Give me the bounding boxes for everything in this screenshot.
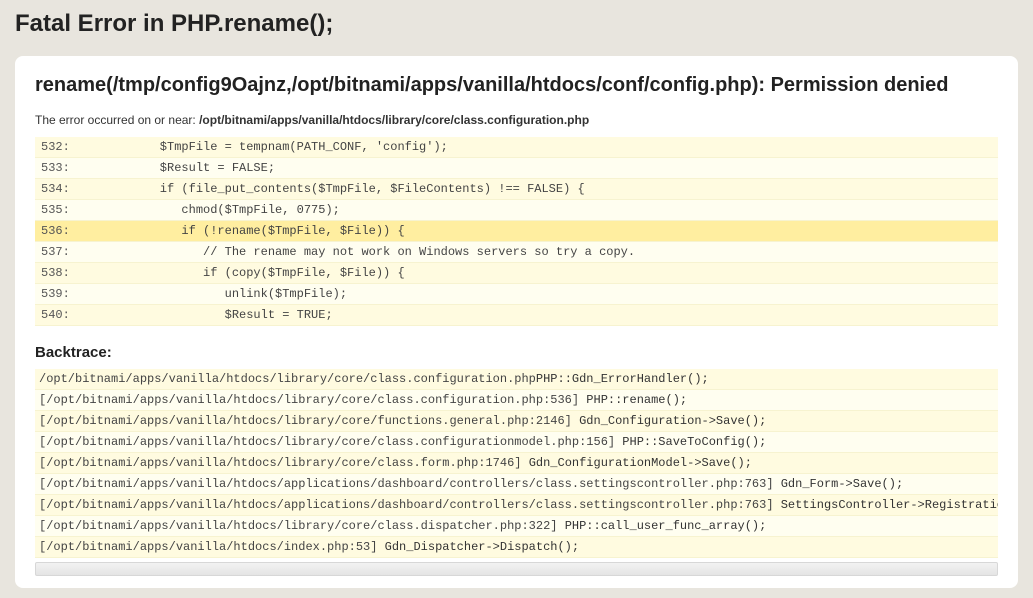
code-content: if (!rename($TmpFile, $File)) { [95, 221, 998, 241]
code-content: $Result = FALSE; [95, 158, 998, 178]
backtrace-row: [/opt/bitnami/apps/vanilla/htdocs/librar… [35, 411, 998, 432]
error-card: rename(/tmp/config9Oajnz,/opt/bitnami/ap… [15, 56, 1018, 588]
backtrace-row: [/opt/bitnami/apps/vanilla/htdocs/applic… [35, 495, 998, 516]
code-line: 538: if (copy($TmpFile, $File)) { [35, 263, 998, 284]
code-block: 532: $TmpFile = tempnam(PATH_CONF, 'conf… [35, 137, 998, 326]
backtrace-path: [/opt/bitnami/apps/vanilla/htdocs/applic… [39, 477, 781, 491]
backtrace-path: [/opt/bitnami/apps/vanilla/htdocs/librar… [39, 393, 586, 407]
backtrace-row: [/opt/bitnami/apps/vanilla/htdocs/librar… [35, 453, 998, 474]
code-line: 533: $Result = FALSE; [35, 158, 998, 179]
page-title: Fatal Error in PHP.rename(); [15, 10, 1018, 38]
backtrace-path: [/opt/bitnami/apps/vanilla/htdocs/librar… [39, 519, 565, 533]
code-content: chmod($TmpFile, 0775); [95, 200, 998, 220]
backtrace-row: [/opt/bitnami/apps/vanilla/htdocs/librar… [35, 432, 998, 453]
error-location-path: /opt/bitnami/apps/vanilla/htdocs/library… [199, 113, 589, 127]
code-line: 540: $Result = TRUE; [35, 305, 998, 326]
backtrace-path: [/opt/bitnami/apps/vanilla/htdocs/index.… [39, 540, 385, 554]
code-lineno: 535: [35, 200, 95, 220]
backtrace-call: PHP::SaveToConfig(); [622, 435, 766, 449]
backtrace-call: PHP::Gdn_ErrorHandler(); [536, 372, 709, 386]
backtrace-row: [/opt/bitnami/apps/vanilla/htdocs/applic… [35, 474, 998, 495]
backtrace-path: [/opt/bitnami/apps/vanilla/htdocs/librar… [39, 414, 579, 428]
code-line: 539: unlink($TmpFile); [35, 284, 998, 305]
error-location-label: The error occurred on or near: [35, 113, 199, 127]
code-line: 534: if (file_put_contents($TmpFile, $Fi… [35, 179, 998, 200]
code-lineno: 537: [35, 242, 95, 262]
code-content: // The rename may not work on Windows se… [95, 242, 998, 262]
backtrace-call: SettingsController->Registratio [781, 498, 998, 512]
backtrace-block: /opt/bitnami/apps/vanilla/htdocs/library… [35, 369, 998, 558]
backtrace-path: [/opt/bitnami/apps/vanilla/htdocs/applic… [39, 498, 781, 512]
backtrace-row: [/opt/bitnami/apps/vanilla/htdocs/index.… [35, 537, 998, 558]
backtrace-row: /opt/bitnami/apps/vanilla/htdocs/library… [35, 369, 998, 390]
error-title: rename(/tmp/config9Oajnz,/opt/bitnami/ap… [35, 74, 998, 97]
code-content: if (file_put_contents($TmpFile, $FileCon… [95, 179, 998, 199]
code-lineno: 536: [35, 221, 95, 241]
code-lineno: 533: [35, 158, 95, 178]
error-location: The error occurred on or near: /opt/bitn… [35, 113, 998, 127]
backtrace-row: [/opt/bitnami/apps/vanilla/htdocs/librar… [35, 516, 998, 537]
code-line: 537: // The rename may not work on Windo… [35, 242, 998, 263]
code-lineno: 534: [35, 179, 95, 199]
code-content: $Result = TRUE; [95, 305, 998, 325]
code-line: 535: chmod($TmpFile, 0775); [35, 200, 998, 221]
horizontal-scrollbar[interactable] [35, 562, 998, 576]
backtrace-heading: Backtrace: [35, 344, 998, 361]
backtrace-call: Gdn_ConfigurationModel->Save(); [529, 456, 752, 470]
code-lineno: 539: [35, 284, 95, 304]
backtrace-call: PHP::call_user_func_array(); [565, 519, 767, 533]
code-line: 536: if (!rename($TmpFile, $File)) { [35, 221, 998, 242]
backtrace-call: Gdn_Configuration->Save(); [579, 414, 766, 428]
code-lineno: 540: [35, 305, 95, 325]
backtrace-row: [/opt/bitnami/apps/vanilla/htdocs/librar… [35, 390, 998, 411]
backtrace-path: [/opt/bitnami/apps/vanilla/htdocs/librar… [39, 456, 529, 470]
code-lineno: 532: [35, 137, 95, 157]
code-content: $TmpFile = tempnam(PATH_CONF, 'config'); [95, 137, 998, 157]
code-content: if (copy($TmpFile, $File)) { [95, 263, 998, 283]
backtrace-path: /opt/bitnami/apps/vanilla/htdocs/library… [39, 372, 536, 386]
code-content: unlink($TmpFile); [95, 284, 998, 304]
backtrace-call: Gdn_Dispatcher->Dispatch(); [385, 540, 579, 554]
code-line: 532: $TmpFile = tempnam(PATH_CONF, 'conf… [35, 137, 998, 158]
backtrace-call: PHP::rename(); [586, 393, 687, 407]
backtrace-scroll[interactable]: /opt/bitnami/apps/vanilla/htdocs/library… [35, 369, 998, 558]
backtrace-path: [/opt/bitnami/apps/vanilla/htdocs/librar… [39, 435, 622, 449]
backtrace-call: Gdn_Form->Save(); [781, 477, 903, 491]
code-lineno: 538: [35, 263, 95, 283]
